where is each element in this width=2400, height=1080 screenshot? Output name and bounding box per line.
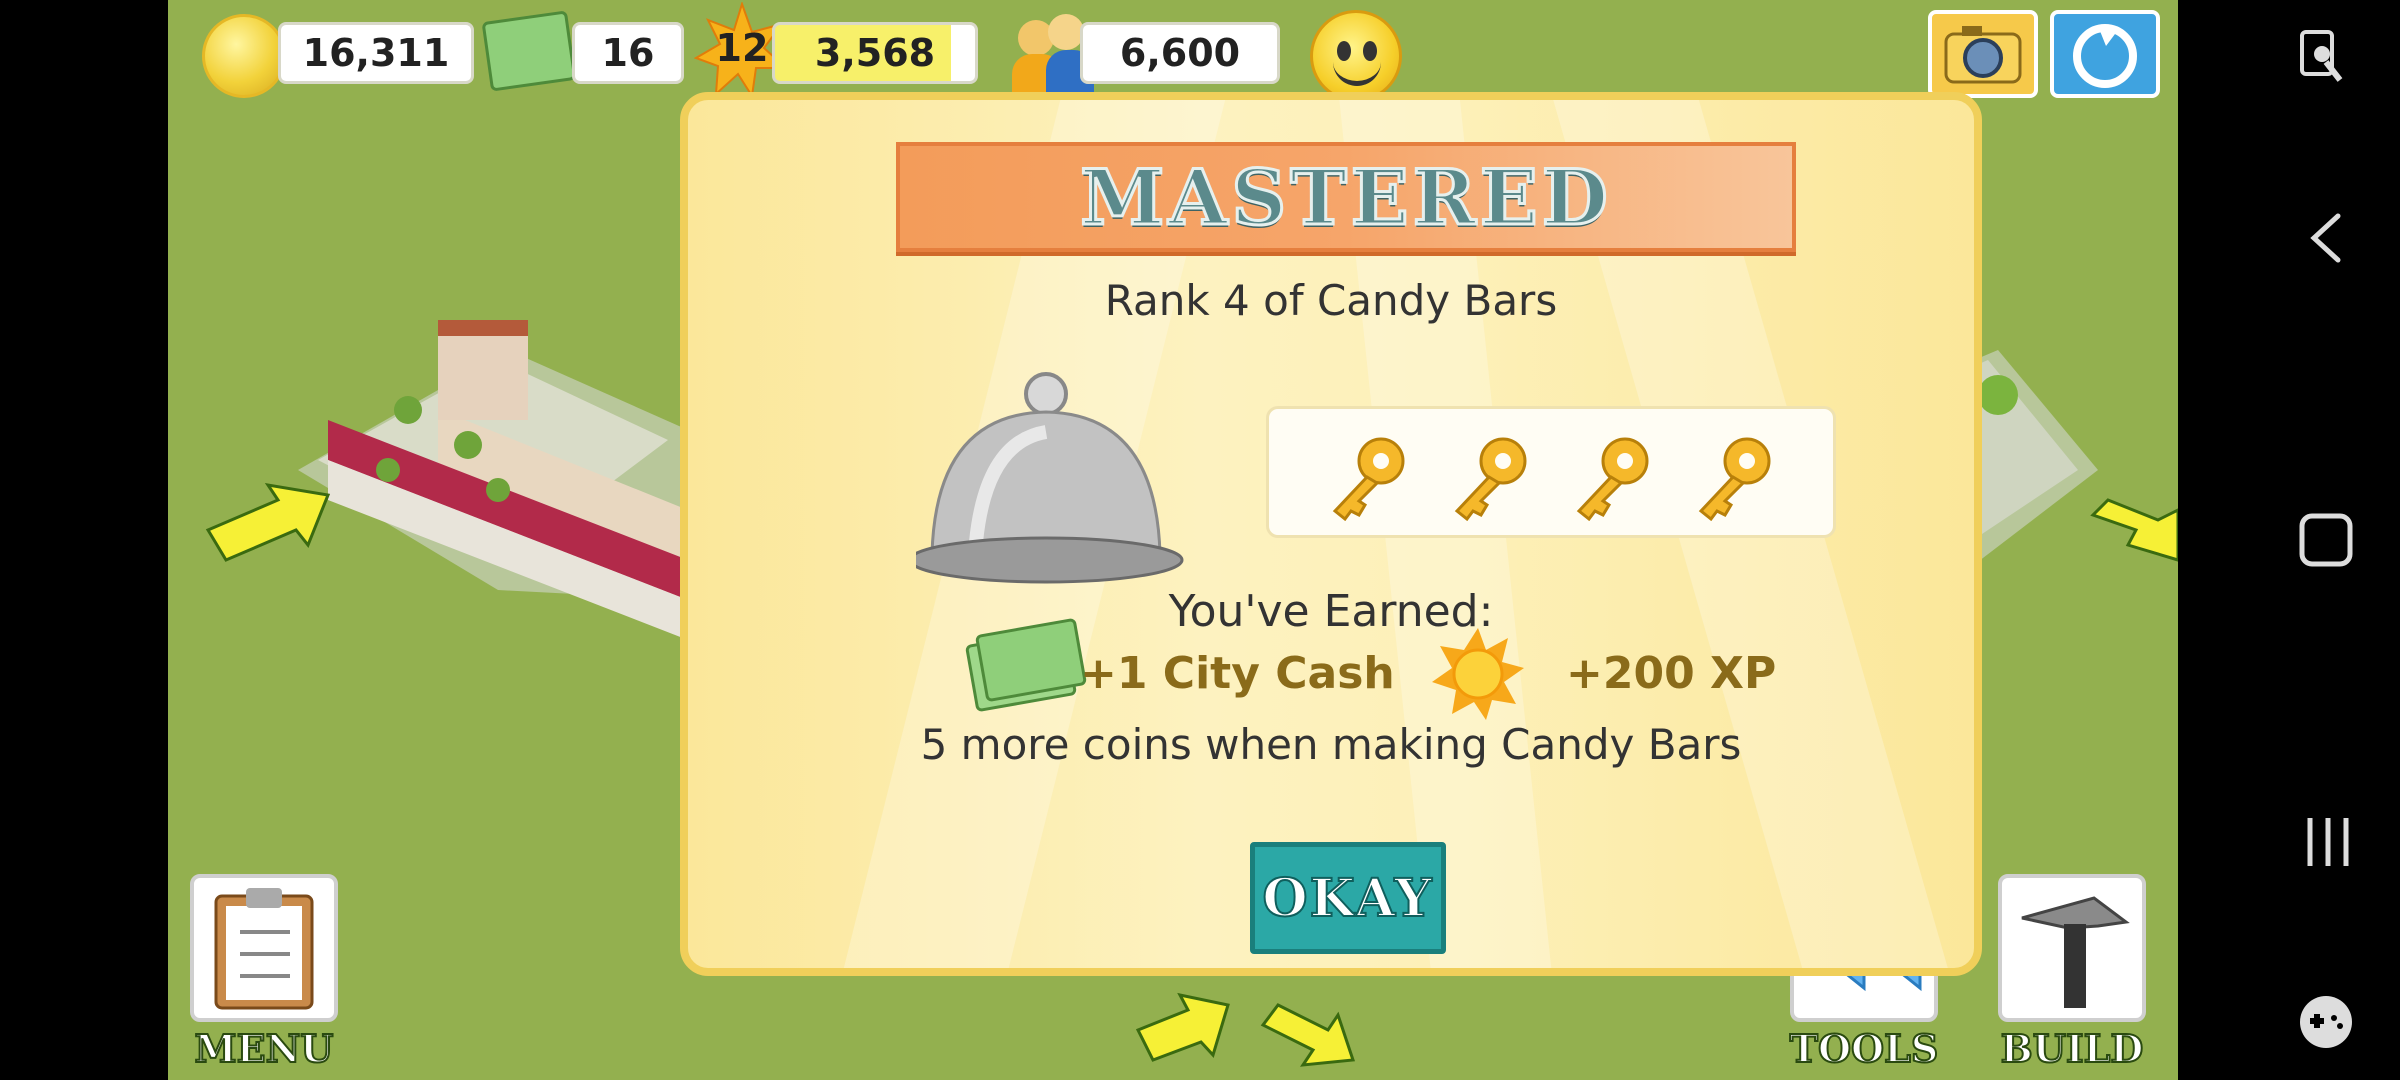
- city-cash-counter: 16: [572, 22, 684, 84]
- okay-label: OKAY: [1261, 867, 1434, 930]
- back-icon[interactable]: [2304, 210, 2348, 266]
- reward-xp: +200 XP: [1566, 648, 1777, 699]
- tools-label: TOOLS: [1789, 1025, 1940, 1072]
- key-icon: [1576, 437, 1649, 521]
- coin-icon: [202, 14, 286, 98]
- clipboard-icon: [214, 888, 314, 1010]
- happiness-face-icon[interactable]: [1310, 10, 1402, 102]
- menu-label: MENU: [194, 1025, 335, 1072]
- camera-icon: [1944, 26, 2022, 84]
- rank-text: Rank 4 of Candy Bars: [1104, 276, 1558, 325]
- keys-panel: [1266, 406, 1836, 538]
- city-cash-icon: [481, 10, 577, 92]
- camera-button[interactable]: [1928, 10, 2038, 98]
- key-icon: [1698, 437, 1771, 521]
- banner-title: MASTERED: [1079, 151, 1612, 243]
- screen-lock-icon[interactable]: [2296, 28, 2352, 84]
- game-viewport[interactable]: 16,311 16 12 3,568 6,600 MENU TOOLS BUIL…: [168, 0, 2178, 1080]
- coins-counter: 16,311: [278, 22, 474, 84]
- share-button[interactable]: [2050, 10, 2160, 98]
- population-counter: 6,600: [1080, 22, 1280, 84]
- earned-label: You've Earned:: [1168, 586, 1494, 637]
- serving-cloche-icon: [916, 372, 1184, 584]
- build-button[interactable]: [1998, 874, 2146, 1022]
- system-navigation-bar: [2178, 0, 2400, 1080]
- build-label: BUILD: [2000, 1025, 2145, 1072]
- key-icon: [1332, 437, 1405, 521]
- menu-button[interactable]: [190, 874, 338, 1022]
- recent-apps-icon[interactable]: [2302, 814, 2354, 870]
- xp-counter: 3,568: [772, 22, 978, 84]
- share-icon: [2073, 24, 2137, 88]
- city-cash-reward-icon: [964, 617, 1088, 713]
- okay-button[interactable]: OKAY: [1250, 842, 1446, 954]
- game-tools-icon[interactable]: [2296, 994, 2356, 1050]
- bonus-text: 5 more coins when making Candy Bars: [920, 720, 1742, 769]
- reward-cash: +1 City Cash: [1080, 648, 1395, 699]
- home-icon[interactable]: [2298, 512, 2354, 568]
- mastered-banner: MASTERED: [896, 142, 1796, 252]
- hammer-icon: [2021, 896, 2130, 1008]
- mastered-dialog: MASTERED Rank 4 of Candy Bars You've Ear…: [680, 92, 1982, 976]
- key-icon: [1454, 437, 1527, 521]
- xp-sun-icon: [1432, 628, 1524, 720]
